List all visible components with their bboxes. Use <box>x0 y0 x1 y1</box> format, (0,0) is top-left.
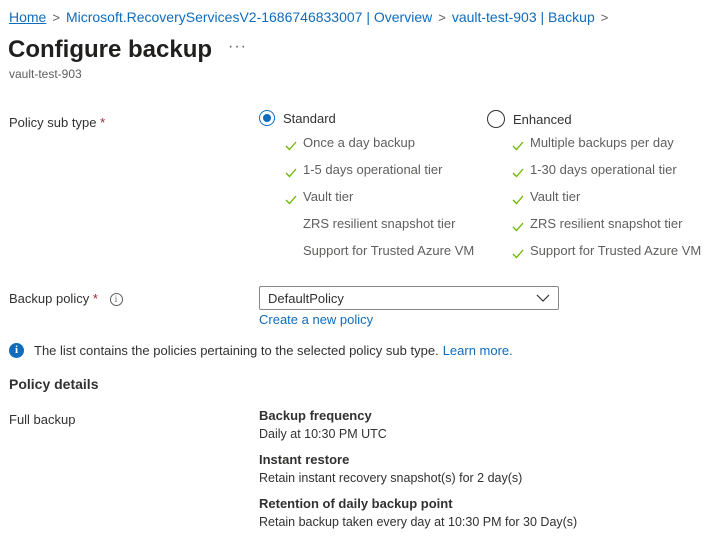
chevron-right-icon: > <box>438 10 446 25</box>
backup-policy-dropdown[interactable]: DefaultPolicy <box>259 286 559 310</box>
standard-feature-item: Once a day backup <box>284 135 474 162</box>
more-options-button[interactable]: ··· <box>228 38 247 56</box>
feature-text: Support for Trusted Azure VM <box>303 243 475 258</box>
policy-detail-item: Retention of daily backup point Retain b… <box>259 496 577 530</box>
chevron-right-icon: > <box>600 10 609 25</box>
backup-policy-label: Backup policy * i <box>9 291 123 307</box>
enhanced-feature-item: Vault tier <box>511 189 701 216</box>
checkmark-icon <box>512 195 524 205</box>
standard-feature-item: Vault tier <box>284 189 474 216</box>
learn-more-link[interactable]: Learn more. <box>443 343 513 358</box>
feature-text: ZRS resilient snapshot tier <box>530 216 683 231</box>
enhanced-feature-item: ZRS resilient snapshot tier <box>511 216 701 243</box>
chevron-right-icon: > <box>52 10 60 25</box>
feature-text: Vault tier <box>530 189 581 204</box>
enhanced-feature-item: Support for Trusted Azure VM <box>511 243 701 270</box>
standard-feature-item: ZRS resilient snapshot tier <box>284 216 474 243</box>
policy-detail-heading: Instant restore <box>259 452 350 467</box>
policy-detail-item: Instant restore Retain instant recovery … <box>259 452 522 486</box>
feature-text: 1-5 days operational tier <box>303 162 443 177</box>
info-icon: i <box>9 343 24 358</box>
radio-selected-icon <box>259 110 275 126</box>
checkmark-icon <box>285 168 297 178</box>
feature-text: Support for Trusted Azure VM <box>530 243 702 258</box>
radio-standard-label: Standard <box>283 110 336 126</box>
feature-text: Once a day backup <box>303 135 416 150</box>
breadcrumb: Home > Microsoft.RecoveryServicesV2-168674… <box>9 8 614 27</box>
breadcrumb-home-link[interactable]: Home <box>9 9 46 25</box>
policy-sub-type-label-text: Policy sub type <box>9 115 97 130</box>
policy-detail-value: Retain backup taken every day at 10:30 P… <box>259 515 578 529</box>
enhanced-feature-item: 1-30 days operational tier <box>511 162 701 189</box>
checkmark-icon <box>512 222 524 232</box>
feature-text: Multiple backups per day <box>530 135 674 150</box>
radio-unselected-icon <box>487 110 505 128</box>
policy-detail-item: Backup frequency Daily at 10:30 PM UTC <box>259 408 387 442</box>
standard-feature-item: Support for Trusted Azure VM <box>284 243 474 270</box>
backup-policy-label-text: Backup policy <box>9 291 90 306</box>
enhanced-feature-list: Multiple backups per day 1-30 days opera… <box>511 135 701 270</box>
policy-sub-type-label: Policy sub type * <box>9 115 105 131</box>
checkmark-icon <box>512 249 524 259</box>
policy-detail-heading: Backup frequency <box>259 408 372 423</box>
required-marker: * <box>100 115 106 130</box>
checkmark-icon <box>285 195 297 205</box>
checkmark-icon <box>512 168 524 178</box>
policy-details-title: Policy details <box>9 376 99 392</box>
enhanced-feature-item: Multiple backups per day <box>511 135 701 162</box>
feature-text: ZRS resilient snapshot tier <box>303 216 456 231</box>
policy-detail-heading: Retention of daily backup point <box>259 496 453 511</box>
breadcrumb-backup-link[interactable]: vault-test-903 | Backup <box>452 9 595 25</box>
full-backup-label: Full backup <box>9 412 76 427</box>
feature-text: 1-30 days operational tier <box>530 162 677 177</box>
required-marker: * <box>92 291 98 306</box>
breadcrumb-vault-overview-link[interactable]: Microsoft.RecoveryServicesV2-16867468330… <box>66 9 432 25</box>
backup-policy-selected-value: DefaultPolicy <box>268 290 344 306</box>
info-banner-text: The list contains the policies pertainin… <box>34 343 439 358</box>
info-banner: i The list contains the policies pertain… <box>9 343 513 358</box>
radio-standard[interactable]: Standard <box>259 110 336 126</box>
policy-detail-value: Daily at 10:30 PM UTC <box>259 427 387 441</box>
create-new-policy-link[interactable]: Create a new policy <box>259 312 373 327</box>
page-title: Configure backup <box>8 36 213 63</box>
page-subtitle: vault-test-903 <box>9 67 82 81</box>
standard-feature-list: Once a day backup 1-5 days operational t… <box>284 135 474 270</box>
checkmark-icon <box>285 141 297 151</box>
radio-enhanced[interactable]: Enhanced <box>487 110 572 128</box>
info-icon[interactable]: i <box>109 293 123 307</box>
feature-text: Vault tier <box>303 189 354 204</box>
policy-detail-value: Retain instant recovery snapshot(s) for … <box>259 471 523 485</box>
radio-enhanced-label: Enhanced <box>513 111 572 127</box>
chevron-down-icon <box>536 294 550 302</box>
standard-feature-item: 1-5 days operational tier <box>284 162 474 189</box>
checkmark-icon <box>512 141 524 151</box>
